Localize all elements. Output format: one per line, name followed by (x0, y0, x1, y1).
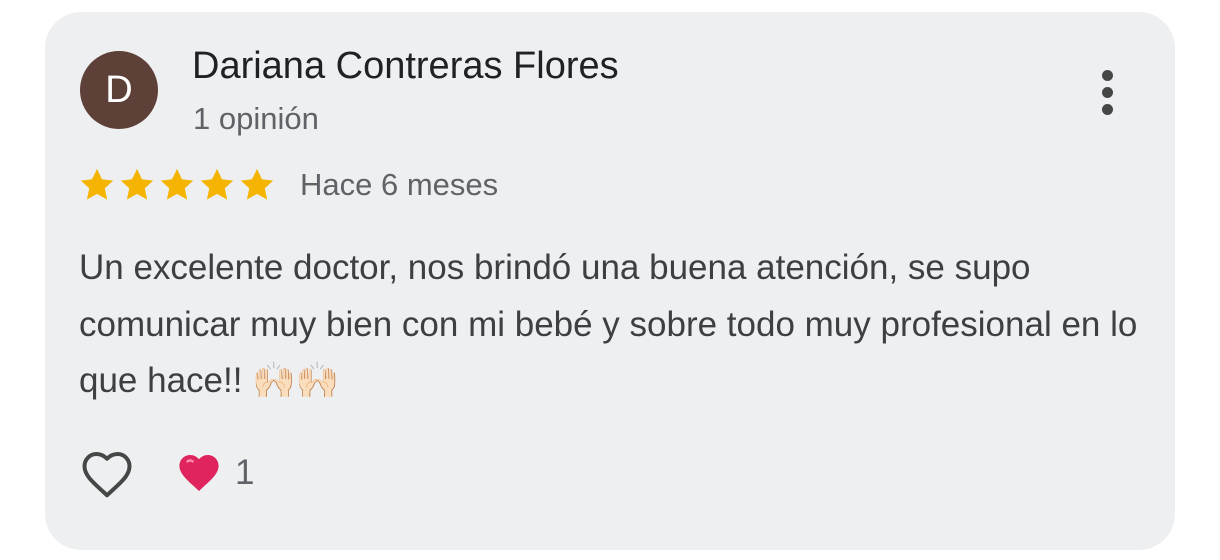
more-vert-icon-dot (1101, 86, 1113, 98)
star-icon (200, 168, 234, 200)
author-review-count: 1 opinión (193, 101, 319, 136)
star-icon (160, 168, 194, 200)
like-button[interactable] (77, 444, 137, 504)
star-icon (240, 168, 274, 200)
review-text: Un excelente doctor, nos brindó una buen… (79, 248, 1138, 400)
review-time: Hace 6 meses (300, 167, 499, 202)
more-options-button[interactable] (1085, 62, 1129, 122)
red-heart-icon (179, 455, 219, 491)
more-vert-icon-dot (1101, 103, 1113, 115)
rating-row: Hace 6 meses (78, 165, 498, 205)
star-icon (80, 168, 114, 200)
star-rating (78, 166, 276, 204)
reaction-count: 1 (235, 453, 255, 492)
heart-outline-icon (82, 452, 132, 498)
author-name[interactable]: Dariana Contreras Flores (192, 45, 619, 88)
avatar[interactable]: D (80, 51, 158, 129)
star-icon (120, 168, 154, 200)
reaction-summary[interactable]: 1 (175, 448, 254, 498)
review-card: D Dariana Contreras Flores 1 opinión Hac… (45, 12, 1175, 550)
avatar-initial: D (105, 69, 133, 111)
more-vert-icon (1101, 69, 1113, 81)
